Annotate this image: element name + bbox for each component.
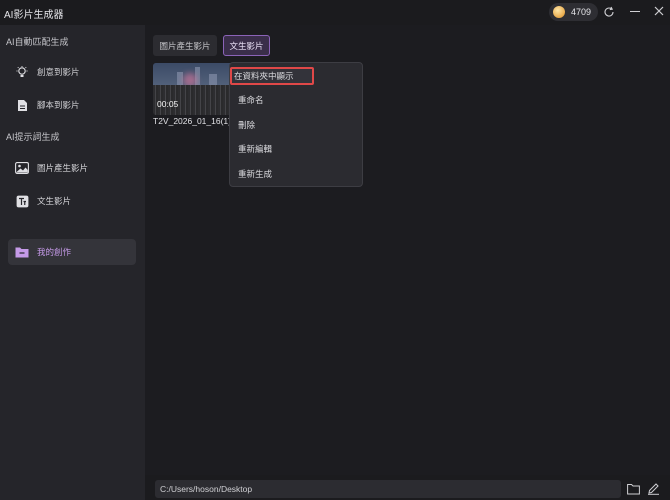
section-label-prompt: AI提示詞生成	[6, 132, 60, 142]
sidebar-item-script-to-video[interactable]: 腳本到影片	[8, 92, 136, 118]
app-title: AI影片生成器	[4, 10, 64, 21]
main-content: 圖片產生影片 文生影片 00:05 T2V_2026_01_16(1) 在資料夾…	[145, 25, 670, 500]
sidebar-item-label: 文生影片	[37, 196, 72, 206]
sidebar-item-my-creations[interactable]: 我的創作	[8, 239, 136, 265]
sidebar-item-image-to-video[interactable]: 圖片產生影片	[8, 155, 136, 181]
menu-item-rename[interactable]: 重命名	[236, 91, 356, 109]
title-bar: AI影片生成器 4709	[0, 0, 670, 25]
lightbulb-icon	[15, 65, 29, 79]
video-filename: T2V_2026_01_16(1)	[153, 116, 231, 126]
menu-item-re-edit[interactable]: 重新編輯	[236, 140, 356, 158]
coin-count: 4709	[571, 7, 592, 17]
menu-item-regenerate[interactable]: 重新生成	[236, 165, 356, 183]
output-path-field[interactable]: C:/Users/hoson/Desktop	[155, 480, 621, 498]
tab-text-to-video[interactable]: 文生影片	[223, 35, 270, 56]
document-icon	[15, 98, 29, 112]
bottom-bar: C:/Users/hoson/Desktop	[145, 475, 670, 500]
context-menu: 在資料夾中顯示 重命名 刪除 重新編輯 重新生成	[229, 62, 363, 187]
open-folder-icon[interactable]	[627, 483, 640, 495]
sidebar: AI自動匹配生成 創意到影片 腳本到影片 AI提示詞生成 圖片產生影片 文生影片…	[0, 25, 145, 500]
coin-icon	[553, 6, 565, 18]
sidebar-item-label: 我的創作	[37, 247, 72, 257]
minimize-icon[interactable]	[630, 11, 640, 12]
menu-item-show-in-folder[interactable]: 在資料夾中顯示	[230, 67, 314, 85]
video-duration: 00:05	[157, 99, 179, 109]
close-icon[interactable]	[653, 5, 665, 17]
edit-path-icon[interactable]	[647, 482, 660, 495]
refresh-icon[interactable]	[603, 6, 615, 18]
folder-icon	[15, 245, 29, 259]
sidebar-item-label: 腳本到影片	[37, 100, 80, 110]
menu-item-delete[interactable]: 刪除	[236, 116, 356, 134]
video-thumbnail[interactable]: 00:05	[153, 63, 233, 115]
text-icon	[15, 194, 29, 208]
sidebar-item-label: 圖片產生影片	[37, 163, 89, 173]
thumbnail-building	[209, 74, 217, 85]
sidebar-item-idea-to-video[interactable]: 創意到影片	[8, 59, 136, 85]
section-label-auto: AI自動匹配生成	[6, 37, 69, 47]
coin-balance-badge[interactable]: 4709	[549, 3, 598, 21]
sidebar-item-label: 創意到影片	[37, 67, 80, 77]
image-icon	[15, 161, 29, 175]
tab-image-to-video[interactable]: 圖片產生影片	[153, 35, 217, 56]
sidebar-item-text-to-video[interactable]: 文生影片	[8, 188, 136, 214]
